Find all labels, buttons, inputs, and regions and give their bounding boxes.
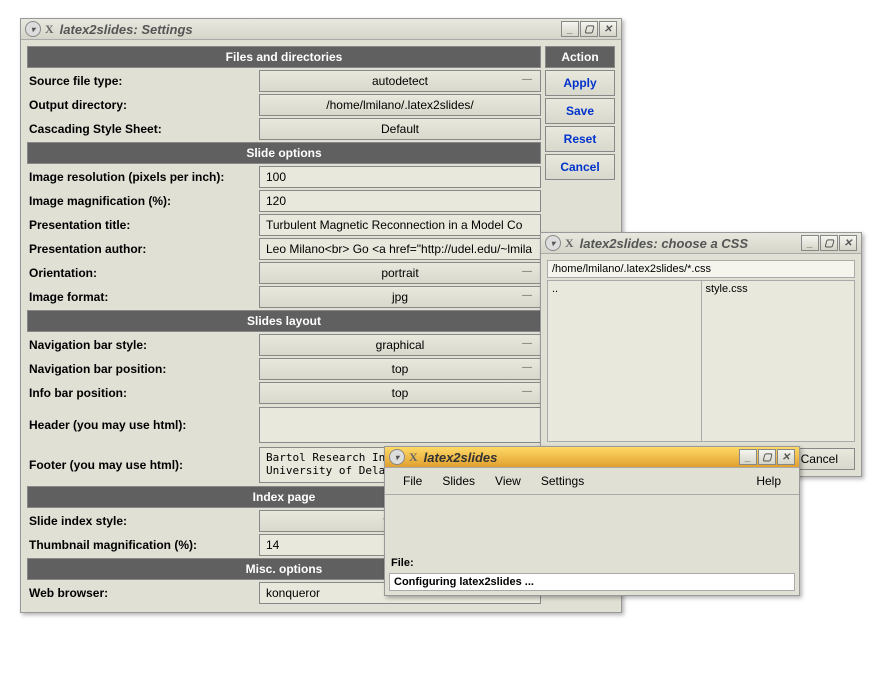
menubar: File Slides View Settings Help bbox=[385, 468, 799, 495]
x-logo-icon: X bbox=[45, 22, 54, 37]
input-magnification[interactable]: 120 bbox=[259, 190, 541, 212]
label-pres-author: Presentation author: bbox=[27, 242, 259, 256]
label-nav-style: Navigation bar style: bbox=[27, 338, 259, 352]
menu-file[interactable]: File bbox=[393, 472, 432, 490]
css-path-input[interactable]: /home/lmilano/.latex2slides/*.css bbox=[547, 260, 855, 278]
system-menu-icon[interactable]: ▾ bbox=[25, 21, 41, 37]
x-logo-icon: X bbox=[409, 450, 418, 465]
section-slides-layout: Slides layout bbox=[27, 310, 541, 332]
close-icon[interactable]: ✕ bbox=[839, 235, 857, 251]
dropdown-orientation[interactable]: portrait bbox=[259, 262, 541, 284]
section-action: Action bbox=[545, 46, 615, 68]
label-css: Cascading Style Sheet: bbox=[27, 122, 259, 136]
dropdown-img-format[interactable]: jpg bbox=[259, 286, 541, 308]
file-browser: .. style.css bbox=[547, 280, 855, 442]
label-magnification: Image magnification (%): bbox=[27, 194, 259, 208]
label-img-format: Image format: bbox=[27, 290, 259, 304]
menu-help[interactable]: Help bbox=[746, 472, 791, 490]
dir-parent[interactable]: .. bbox=[552, 283, 558, 295]
label-browser: Web browser: bbox=[27, 586, 259, 600]
label-thumb-mag: Thumbnail magnification (%): bbox=[27, 538, 259, 552]
label-resolution: Image resolution (pixels per inch): bbox=[27, 170, 259, 184]
minimize-icon[interactable]: _ bbox=[561, 21, 579, 37]
dropdown-info-pos[interactable]: top bbox=[259, 382, 541, 404]
menu-view[interactable]: View bbox=[485, 472, 531, 490]
button-output-dir[interactable]: /home/lmilano/.latex2slides/ bbox=[259, 94, 541, 116]
input-pres-title[interactable]: Turbulent Magnetic Reconnection in a Mod… bbox=[259, 214, 541, 236]
settings-titlebar[interactable]: ▾ X latex2slides: Settings _ ▢ ✕ bbox=[21, 19, 621, 40]
label-info-pos: Info bar position: bbox=[27, 386, 259, 400]
dropdown-nav-style[interactable]: graphical bbox=[259, 334, 541, 356]
input-header-html[interactable] bbox=[259, 407, 541, 443]
section-files-dirs: Files and directories bbox=[27, 46, 541, 68]
label-source-type: Source file type: bbox=[27, 74, 259, 88]
apply-button[interactable]: Apply bbox=[545, 70, 615, 96]
label-nav-pos: Navigation bar position: bbox=[27, 362, 259, 376]
system-menu-icon[interactable]: ▾ bbox=[389, 449, 405, 465]
section-slide-options: Slide options bbox=[27, 142, 541, 164]
app-title: latex2slides bbox=[424, 450, 739, 465]
system-menu-icon[interactable]: ▾ bbox=[545, 235, 561, 251]
cancel-button[interactable]: Cancel bbox=[545, 154, 615, 180]
dropdown-source-type[interactable]: autodetect bbox=[259, 70, 541, 92]
minimize-icon[interactable]: _ bbox=[801, 235, 819, 251]
file-list-pane[interactable]: style.css bbox=[702, 281, 855, 441]
save-button[interactable]: Save bbox=[545, 98, 615, 124]
status-bar: Configuring latex2slides ... bbox=[389, 573, 795, 591]
close-icon[interactable]: ✕ bbox=[777, 449, 795, 465]
settings-title: latex2slides: Settings bbox=[60, 22, 561, 37]
css-titlebar[interactable]: ▾ X latex2slides: choose a CSS _ ▢ ✕ bbox=[541, 233, 861, 254]
label-pres-title: Presentation title: bbox=[27, 218, 259, 232]
label-header-html: Header (you may use html): bbox=[27, 418, 259, 432]
label-output-dir: Output directory: bbox=[27, 98, 259, 112]
menu-slides[interactable]: Slides bbox=[432, 472, 485, 490]
maximize-icon[interactable]: ▢ bbox=[820, 235, 838, 251]
maximize-icon[interactable]: ▢ bbox=[580, 21, 598, 37]
input-pres-author[interactable]: Leo Milano<br> Go <a href="http://udel.e… bbox=[259, 238, 541, 260]
close-icon[interactable]: ✕ bbox=[599, 21, 617, 37]
css-chooser-window: ▾ X latex2slides: choose a CSS _ ▢ ✕ /ho… bbox=[540, 232, 862, 477]
label-orientation: Orientation: bbox=[27, 266, 259, 280]
menu-settings[interactable]: Settings bbox=[531, 472, 594, 490]
dir-list-pane[interactable]: .. bbox=[548, 281, 702, 441]
button-css[interactable]: Default bbox=[259, 118, 541, 140]
label-footer-html: Footer (you may use html): bbox=[27, 458, 259, 472]
input-resolution[interactable]: 100 bbox=[259, 166, 541, 188]
app-titlebar[interactable]: ▾ X latex2slides _ ▢ ✕ bbox=[385, 447, 799, 468]
minimize-icon[interactable]: _ bbox=[739, 449, 757, 465]
file-style-css[interactable]: style.css bbox=[706, 283, 748, 295]
file-label: File: bbox=[389, 555, 795, 571]
x-logo-icon: X bbox=[565, 236, 574, 251]
label-index-style: Slide index style: bbox=[27, 514, 259, 528]
reset-button[interactable]: Reset bbox=[545, 126, 615, 152]
app-window: ▾ X latex2slides _ ▢ ✕ File Slides View … bbox=[384, 446, 800, 596]
dropdown-nav-pos[interactable]: top bbox=[259, 358, 541, 380]
css-title: latex2slides: choose a CSS bbox=[580, 236, 801, 251]
maximize-icon[interactable]: ▢ bbox=[758, 449, 776, 465]
